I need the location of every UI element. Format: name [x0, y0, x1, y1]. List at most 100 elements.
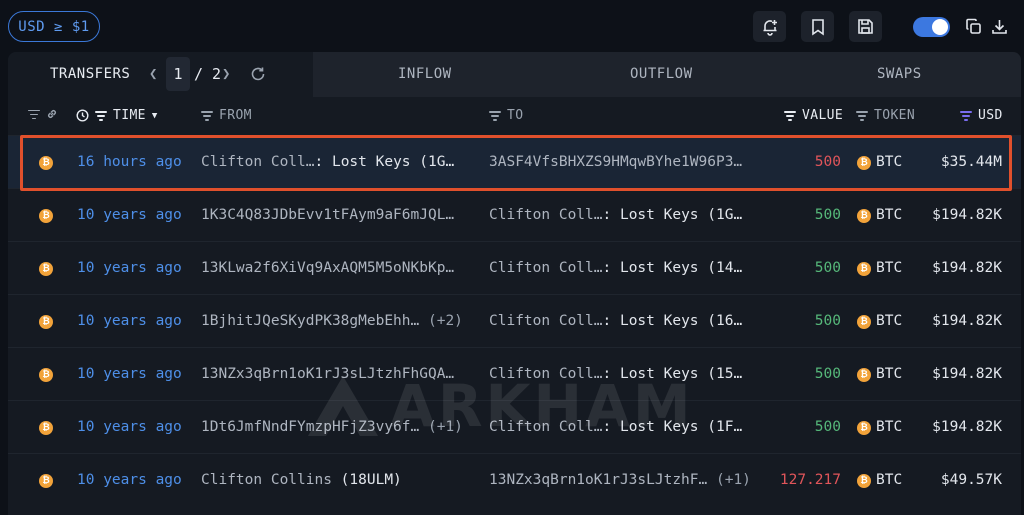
row-token[interactable]: BTC	[876, 472, 902, 488]
watermark-text: ARKHAM	[390, 372, 694, 440]
row-to[interactable]: Clifton Coll…: Lost Keys (14…	[489, 260, 742, 276]
tab-transfers[interactable]: TRANSFERS ❮ 1 / 2 ❯	[8, 52, 313, 97]
usd-filter-pill[interactable]: USD ≥ $1	[8, 11, 100, 42]
prev-page-icon[interactable]: ❮	[149, 66, 157, 82]
add-alert-button[interactable]	[753, 11, 786, 42]
row-token[interactable]: BTC	[876, 207, 902, 223]
header-time[interactable]: TIME ▼	[76, 108, 158, 123]
row-value: 500	[814, 419, 841, 435]
token-btc-icon: ₿	[857, 209, 871, 223]
tab-swaps[interactable]: SWAPS	[877, 66, 922, 82]
save-button[interactable]	[849, 11, 882, 42]
usd-toggle[interactable]	[913, 17, 950, 37]
table-row[interactable]: ₿ 10 years ago 1K3C4Q83JDbEvv1tFAym9aF6m…	[8, 188, 1021, 241]
row-from[interactable]: 1K3C4Q83JDbEvv1tFAym9aF6mJQL…	[201, 207, 454, 223]
row-from[interactable]: 1BjhitJQeSKydPK38gMebEhh… (+2)	[201, 313, 463, 329]
header-chain-filter[interactable]	[28, 108, 58, 120]
copy-button[interactable]	[964, 17, 982, 35]
row-time[interactable]: 10 years ago	[77, 472, 182, 488]
filter-icon	[960, 111, 972, 121]
row-token[interactable]: BTC	[876, 366, 902, 382]
row-from[interactable]: Clifton Collins (18ULM)	[201, 472, 402, 488]
chain-btc-icon: ₿	[39, 315, 53, 329]
copy-icon	[965, 18, 981, 34]
row-to-label: : Lost Keys (16…	[602, 313, 743, 329]
row-token[interactable]: BTC	[876, 313, 902, 329]
row-value: 500	[814, 366, 841, 382]
row-to-name: Clifton Coll…	[489, 313, 603, 329]
row-from-name: 1BjhitJQeSKydPK38gMebEhh…	[201, 313, 420, 329]
link-icon	[48, 110, 56, 118]
filter-icon	[95, 111, 107, 121]
table-header: TIME ▼ FROM TO VALUE TOKEN USD	[8, 97, 1021, 135]
row-to[interactable]: Clifton Coll…: Lost Keys (16…	[489, 313, 742, 329]
refresh-icon[interactable]	[250, 66, 266, 82]
transfers-panel: TRANSFERS ❮ 1 / 2 ❯ INFLOW OUTFLOW SWAPS…	[8, 52, 1021, 515]
row-from[interactable]: 13KLwa2f6XiVq9AxAQM5M5oNKbKp…	[201, 260, 454, 276]
row-token[interactable]: BTC	[876, 419, 902, 435]
clock-icon	[76, 109, 89, 122]
row-to[interactable]: 13NZx3qBrn1oK1rJ3sLJtzhF… (+1)	[489, 472, 751, 488]
chain-btc-icon: ₿	[39, 209, 53, 223]
row-token[interactable]: BTC	[876, 260, 902, 276]
bookmark-button[interactable]	[801, 11, 834, 42]
filter-icon	[28, 109, 40, 120]
chain-btc-icon: ₿	[39, 262, 53, 276]
bookmark-icon	[811, 18, 824, 36]
arkham-logo-icon	[308, 376, 378, 436]
row-from-label: (18ULM)	[331, 472, 402, 488]
header-token-label: TOKEN	[874, 108, 916, 123]
row-usd: $49.57K	[940, 472, 1002, 488]
save-icon	[858, 19, 873, 34]
bell-plus-icon	[763, 19, 777, 36]
filter-icon	[489, 111, 501, 121]
row-value: 500	[814, 207, 841, 223]
row-usd: $194.82K	[932, 207, 1002, 223]
table-row[interactable]: ₿ 10 years ago Clifton Collins (18ULM) 1…	[8, 453, 1021, 506]
header-token[interactable]: TOKEN	[856, 108, 915, 123]
row-usd: $194.82K	[932, 366, 1002, 382]
table-row[interactable]: ₿ 10 years ago 13KLwa2f6XiVq9AxAQM5M5oNK…	[8, 241, 1021, 294]
next-page-icon[interactable]: ❯	[222, 66, 230, 82]
row-value: 500	[814, 260, 841, 276]
page-current[interactable]: 1	[166, 57, 190, 91]
toggle-knob	[932, 19, 948, 35]
filter-icon	[201, 111, 213, 121]
token-btc-icon: ₿	[857, 315, 871, 329]
header-usd[interactable]: USD	[960, 108, 1003, 123]
header-to-label: TO	[507, 108, 524, 123]
row-to[interactable]: Clifton Coll…: Lost Keys (1G…	[489, 207, 742, 223]
download-button[interactable]	[990, 17, 1008, 35]
row-from-name: 13KLwa2f6XiVq9AxAQM5M5oNKbKp…	[201, 260, 455, 276]
row-to-name: 13NZx3qBrn1oK1rJ3sLJtzhF…	[489, 472, 708, 488]
token-btc-icon: ₿	[857, 421, 871, 435]
row-time[interactable]: 10 years ago	[77, 313, 182, 329]
row-usd: $194.82K	[932, 260, 1002, 276]
chain-btc-icon: ₿	[39, 368, 53, 382]
sort-desc-icon: ▼	[151, 110, 158, 121]
header-from-label: FROM	[219, 108, 252, 123]
tab-outflow[interactable]: OUTFLOW	[630, 66, 693, 82]
row-from-extra: (+2)	[427, 313, 463, 329]
row-to-label: : Lost Keys (14…	[602, 260, 743, 276]
row-time[interactable]: 10 years ago	[77, 207, 182, 223]
row-to-name: Clifton Coll…	[489, 260, 603, 276]
header-value-label: VALUE	[802, 108, 844, 123]
token-btc-icon: ₿	[857, 262, 871, 276]
header-value[interactable]: VALUE	[784, 108, 843, 123]
table-row[interactable]: ₿ 10 years ago 1BjhitJQeSKydPK38gMebEhh……	[8, 294, 1021, 347]
row-time[interactable]: 10 years ago	[77, 419, 182, 435]
tab-inflow[interactable]: INFLOW	[398, 66, 452, 82]
row-to-label: : Lost Keys (1G…	[602, 207, 743, 223]
row-value: 500	[814, 313, 841, 329]
arkham-watermark: ARKHAM	[308, 372, 694, 440]
header-from[interactable]: FROM	[201, 108, 252, 123]
row-time[interactable]: 10 years ago	[77, 260, 182, 276]
chain-btc-icon: ₿	[39, 421, 53, 435]
other-tabs: INFLOW OUTFLOW SWAPS	[313, 52, 1021, 97]
row-to-name: Clifton Coll…	[489, 207, 603, 223]
row-usd: $194.82K	[932, 419, 1002, 435]
row-time[interactable]: 10 years ago	[77, 366, 182, 382]
header-to[interactable]: TO	[489, 108, 523, 123]
download-icon	[991, 19, 1007, 34]
